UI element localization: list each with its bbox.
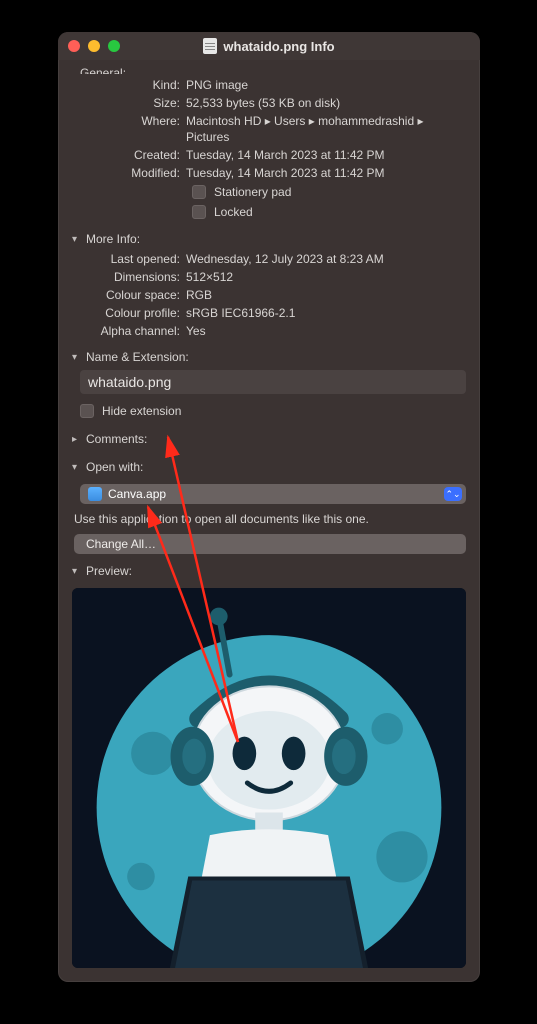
name-ext-header[interactable]: ▾ Name & Extension:	[72, 350, 466, 364]
locked-row: Locked	[192, 205, 466, 219]
size-label: Size:	[72, 95, 186, 111]
titlebar[interactable]: whataido.png Info	[58, 32, 480, 60]
chevron-down-icon: ▾	[72, 352, 82, 363]
window-title-text: whataido.png Info	[223, 39, 334, 54]
change-all-button[interactable]: Change All…	[74, 534, 466, 554]
app-icon	[88, 487, 102, 501]
alpha-row: Alpha channel: Yes	[72, 323, 466, 339]
zoom-button[interactable]	[108, 40, 120, 52]
modified-row: Modified: Tuesday, 14 March 2023 at 11:4…	[72, 165, 466, 181]
preview-label: Preview:	[86, 564, 132, 578]
open-with-select[interactable]: Canva.app ⌃⌄	[80, 484, 466, 504]
hide-extension-checkbox[interactable]	[80, 404, 94, 418]
colour-profile-label: Colour profile:	[72, 305, 186, 321]
size-row: Size: 52,533 bytes (53 KB on disk)	[72, 95, 466, 111]
chevron-down-icon: ▾	[72, 234, 82, 245]
stationery-row: Stationery pad	[192, 185, 466, 199]
chevron-right-icon: ▸	[72, 434, 82, 445]
locked-label: Locked	[214, 205, 253, 219]
open-with-app: Canva.app	[108, 487, 166, 501]
comments-label: Comments:	[86, 432, 147, 446]
minimize-button[interactable]	[88, 40, 100, 52]
where-value: Macintosh HD ▸ Users ▸ mohammedrashid ▸ …	[186, 113, 466, 145]
info-window: whataido.png Info General: Kind: PNG ima…	[58, 32, 480, 982]
name-ext-label: Name & Extension:	[86, 350, 189, 364]
where-label: Where:	[72, 113, 186, 145]
created-row: Created: Tuesday, 14 March 2023 at 11:42…	[72, 147, 466, 163]
last-opened-row: Last opened: Wednesday, 12 July 2023 at …	[72, 251, 466, 267]
last-opened-value: Wednesday, 12 July 2023 at 8:23 AM	[186, 251, 466, 267]
general-header-clipped: General:	[80, 66, 466, 74]
colour-profile-value: sRGB IEC61966-2.1	[186, 305, 466, 321]
preview-header[interactable]: ▾ Preview:	[72, 564, 466, 578]
dimensions-value: 512×512	[186, 269, 466, 285]
colour-space-row: Colour space: RGB	[72, 287, 466, 303]
chevron-down-icon: ▾	[72, 566, 82, 577]
filename-input[interactable]: whataido.png	[80, 370, 466, 394]
created-label: Created:	[72, 147, 186, 163]
where-row: Where: Macintosh HD ▸ Users ▸ mohammedra…	[72, 113, 466, 145]
open-with-header[interactable]: ▾ Open with:	[72, 460, 466, 474]
hide-extension-label: Hide extension	[102, 404, 181, 418]
more-info-label: More Info:	[86, 232, 140, 246]
modified-value: Tuesday, 14 March 2023 at 11:42 PM	[186, 165, 466, 181]
window-title: whataido.png Info	[58, 38, 480, 54]
alpha-value: Yes	[186, 323, 466, 339]
created-value: Tuesday, 14 March 2023 at 11:42 PM	[186, 147, 466, 163]
open-with-label: Open with:	[86, 460, 143, 474]
colour-space-label: Colour space:	[72, 287, 186, 303]
preview-image	[72, 588, 466, 968]
locked-checkbox[interactable]	[192, 205, 206, 219]
window-controls	[68, 40, 120, 52]
colour-space-value: RGB	[186, 287, 466, 303]
close-button[interactable]	[68, 40, 80, 52]
document-icon	[203, 38, 217, 54]
open-with-hint: Use this application to open all documen…	[74, 512, 466, 526]
size-value: 52,533 bytes (53 KB on disk)	[186, 95, 466, 111]
dimensions-row: Dimensions: 512×512	[72, 269, 466, 285]
stationery-checkbox[interactable]	[192, 185, 206, 199]
colour-profile-row: Colour profile: sRGB IEC61966-2.1	[72, 305, 466, 321]
content: General: Kind: PNG image Size: 52,533 by…	[58, 60, 480, 982]
modified-label: Modified:	[72, 165, 186, 181]
kind-label: Kind:	[72, 77, 186, 93]
more-info-header[interactable]: ▾ More Info:	[72, 232, 466, 246]
comments-header[interactable]: ▸ Comments:	[72, 432, 466, 446]
hide-ext-row: Hide extension	[80, 404, 466, 418]
last-opened-label: Last opened:	[72, 251, 186, 267]
kind-row: Kind: PNG image	[72, 77, 466, 93]
stationery-label: Stationery pad	[214, 185, 291, 199]
dimensions-label: Dimensions:	[72, 269, 186, 285]
chevron-down-icon: ▾	[72, 462, 82, 473]
select-caret-icon: ⌃⌄	[444, 487, 462, 501]
alpha-label: Alpha channel:	[72, 323, 186, 339]
kind-value: PNG image	[186, 77, 466, 93]
